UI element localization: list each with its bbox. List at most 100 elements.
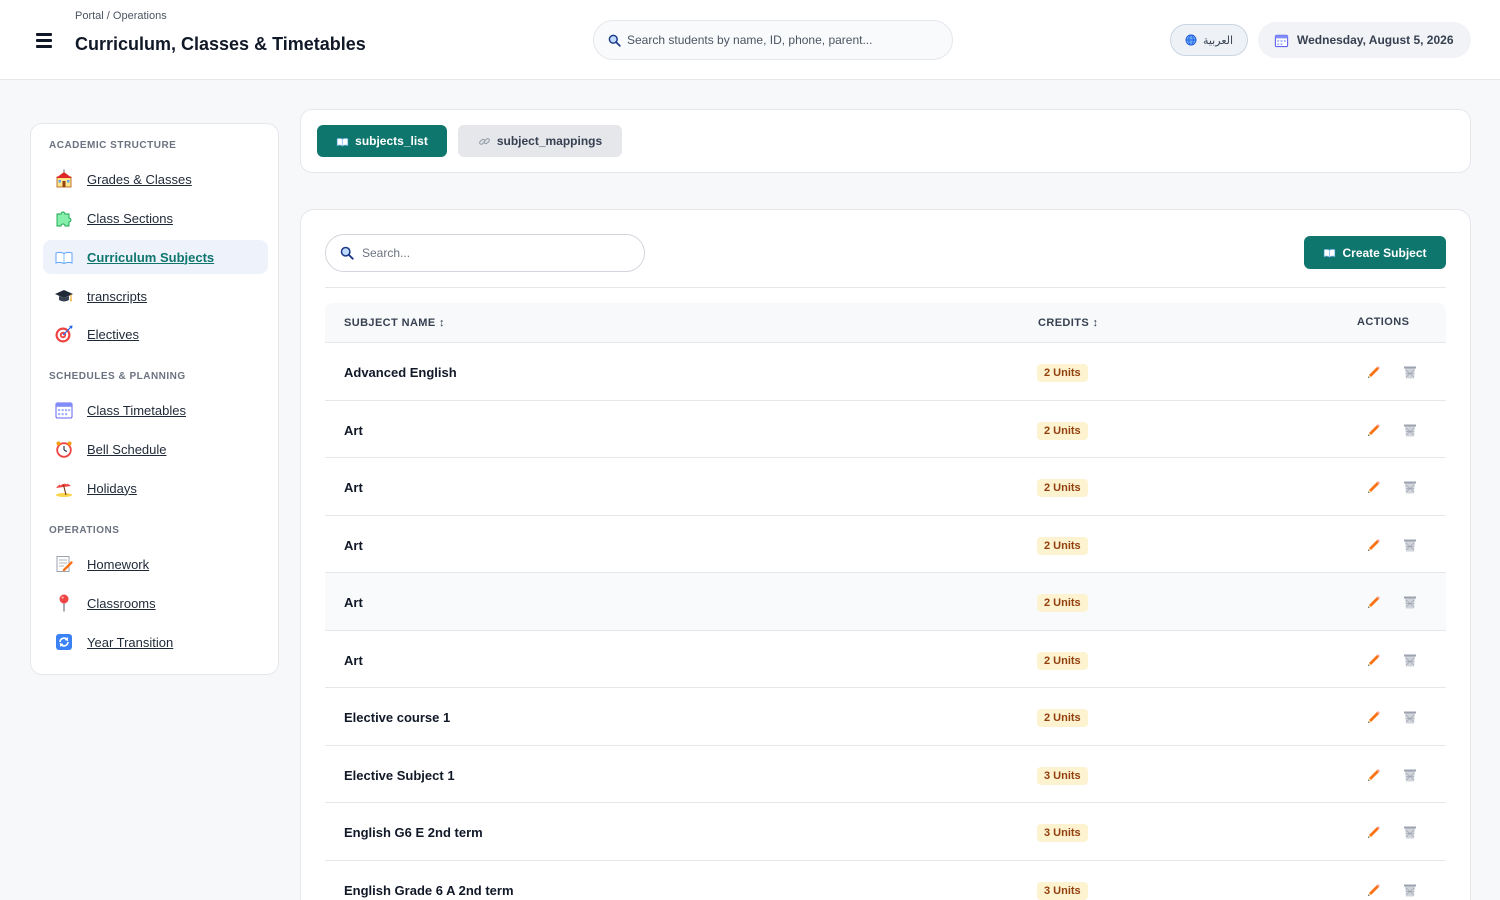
- sidebar-item-label: Curriculum Subjects: [87, 249, 215, 265]
- table-row: English Grade 6 A 2nd term 3 Units: [325, 861, 1446, 900]
- table-row: Art 2 Units: [325, 401, 1446, 458]
- subject-name: Advanced English: [344, 365, 457, 380]
- language-label: العربية: [1202, 34, 1234, 47]
- subject-name: Art: [344, 595, 363, 610]
- delete-button[interactable]: [1401, 823, 1419, 841]
- pin-icon: [53, 592, 75, 614]
- edit-button[interactable]: [1365, 823, 1383, 841]
- sidebar-item-class-timetables[interactable]: Class Timetables: [43, 393, 268, 427]
- table-row: Art 2 Units: [325, 516, 1446, 573]
- table-body: Advanced English 2 Units Art 2 Units Art…: [325, 343, 1446, 900]
- credits-badge: 2 Units: [1037, 479, 1088, 497]
- book-icon: [337, 137, 349, 146]
- column-header-credits[interactable]: CREDITS ↕: [1038, 317, 1098, 329]
- subject-name: Art: [344, 537, 363, 553]
- sidebar-item-classrooms[interactable]: Classrooms: [43, 586, 268, 620]
- sidebar-item-label: Holidays: [87, 480, 137, 496]
- subject-name: Art: [344, 480, 363, 495]
- table-row: Art 2 Units: [325, 631, 1446, 688]
- sidebar-item-class-sections[interactable]: Class Sections: [43, 201, 268, 235]
- sidebar-item-transcripts[interactable]: transcripts: [43, 279, 268, 313]
- date-display: Wednesday, August 5, 2026: [1258, 22, 1471, 58]
- hamburger-menu-icon[interactable]: [32, 28, 56, 52]
- table-row: Art 2 Units: [325, 573, 1446, 631]
- global-search-box[interactable]: [593, 20, 953, 60]
- edit-button[interactable]: [1365, 593, 1383, 611]
- wastebasket-icon: [1404, 424, 1416, 436]
- pencil-icon: [1368, 653, 1380, 666]
- target-icon: [53, 323, 75, 345]
- table-row: Elective course 1 2 Units: [325, 688, 1446, 746]
- delete-button[interactable]: [1401, 881, 1419, 899]
- sidebar-item-label: Homework: [87, 556, 150, 572]
- wastebasket-icon: [1404, 884, 1416, 896]
- table-search-input[interactable]: [362, 246, 622, 260]
- tab-subject-mappings[interactable]: subject_mappings: [458, 125, 622, 157]
- wastebasket-icon: [1404, 481, 1416, 494]
- edit-button[interactable]: [1365, 881, 1383, 899]
- global-search-input[interactable]: [627, 33, 927, 47]
- tab-label: subject_mappings: [496, 134, 603, 148]
- sidebar-item-curriculum-subjects[interactable]: Curriculum Subjects: [43, 240, 268, 274]
- subjects-card: Create Subject SUBJECT NAME ↕ CREDITS ↕ …: [300, 209, 1471, 900]
- column-header-subject-name[interactable]: SUBJECT NAME ↕: [344, 317, 445, 329]
- wastebasket-icon: [1404, 654, 1416, 666]
- sidebar-item-holidays[interactable]: Holidays: [43, 471, 268, 505]
- pencil-icon: [1368, 883, 1380, 896]
- sidebar-item-label: transcripts: [87, 288, 147, 304]
- table-search-box[interactable]: [325, 234, 645, 272]
- pencil-icon: [1368, 366, 1380, 378]
- sidebar-item-grades-classes[interactable]: Grades & Classes: [43, 162, 268, 196]
- date-text: Wednesday, August 5, 2026: [1297, 33, 1454, 47]
- subject-name: Elective course 1: [344, 710, 451, 725]
- pencil-icon: [1368, 538, 1380, 551]
- sidebar: ACADEMIC STRUCTURE Grades & Classes Clas…: [30, 123, 279, 675]
- edit-button[interactable]: [1365, 651, 1383, 669]
- credits-badge: 3 Units: [1037, 824, 1088, 842]
- beach-umbrella-icon: [53, 477, 75, 499]
- sidebar-section-operations: OPERATIONS: [49, 525, 120, 536]
- credits-badge: 2 Units: [1037, 709, 1088, 727]
- delete-button[interactable]: [1401, 478, 1419, 496]
- school-icon: [53, 168, 75, 190]
- edit-button[interactable]: [1365, 766, 1383, 784]
- sidebar-item-label: Grades & Classes: [87, 171, 192, 187]
- globe-icon: [1185, 34, 1197, 46]
- edit-button[interactable]: [1365, 536, 1383, 554]
- pencil-icon: [1368, 768, 1380, 781]
- credits-badge: 2 Units: [1037, 651, 1088, 670]
- pencil-icon: [1368, 826, 1380, 838]
- edit-button[interactable]: [1365, 478, 1383, 496]
- sidebar-item-bell-schedule[interactable]: Bell Schedule: [43, 432, 268, 466]
- wastebasket-icon: [1404, 711, 1416, 724]
- delete-button[interactable]: [1401, 536, 1419, 554]
- sidebar-item-year-transition[interactable]: Year Transition: [43, 625, 268, 659]
- credits-badge: 2 Units: [1037, 421, 1088, 440]
- credits-badge: 3 Units: [1037, 881, 1088, 900]
- page-title: Curriculum, Classes & Timetables: [75, 34, 366, 54]
- credits-badge: 2 Units: [1037, 594, 1088, 612]
- edit-button[interactable]: [1365, 363, 1383, 381]
- sidebar-item-label: Electives: [87, 326, 140, 342]
- sidebar-item-label: Bell Schedule: [87, 441, 167, 457]
- delete-button[interactable]: [1401, 651, 1419, 669]
- sidebar-item-electives[interactable]: Electives: [43, 317, 268, 351]
- sidebar-item-homework[interactable]: Homework: [43, 547, 268, 581]
- delete-button[interactable]: [1401, 766, 1419, 784]
- search-icon: [340, 246, 354, 260]
- pencil-icon: [1368, 711, 1380, 723]
- tabs-bar: subjects_list subject_mappings: [300, 109, 1471, 173]
- delete-button[interactable]: [1401, 421, 1419, 439]
- language-toggle-button[interactable]: العربية: [1170, 24, 1248, 56]
- calendar-icon: [1274, 34, 1289, 47]
- delete-button[interactable]: [1401, 708, 1419, 726]
- tab-subjects-list[interactable]: subjects_list: [317, 125, 447, 157]
- delete-button[interactable]: [1401, 593, 1419, 611]
- edit-button[interactable]: [1365, 421, 1383, 439]
- delete-button[interactable]: [1401, 363, 1419, 381]
- create-subject-button[interactable]: Create Subject: [1304, 236, 1446, 269]
- sidebar-item-label: Year Transition: [87, 634, 174, 650]
- edit-button[interactable]: [1365, 708, 1383, 726]
- sidebar-section-schedules-planning: SCHEDULES & PLANNING: [49, 371, 186, 382]
- graduation-cap-icon: [53, 285, 75, 307]
